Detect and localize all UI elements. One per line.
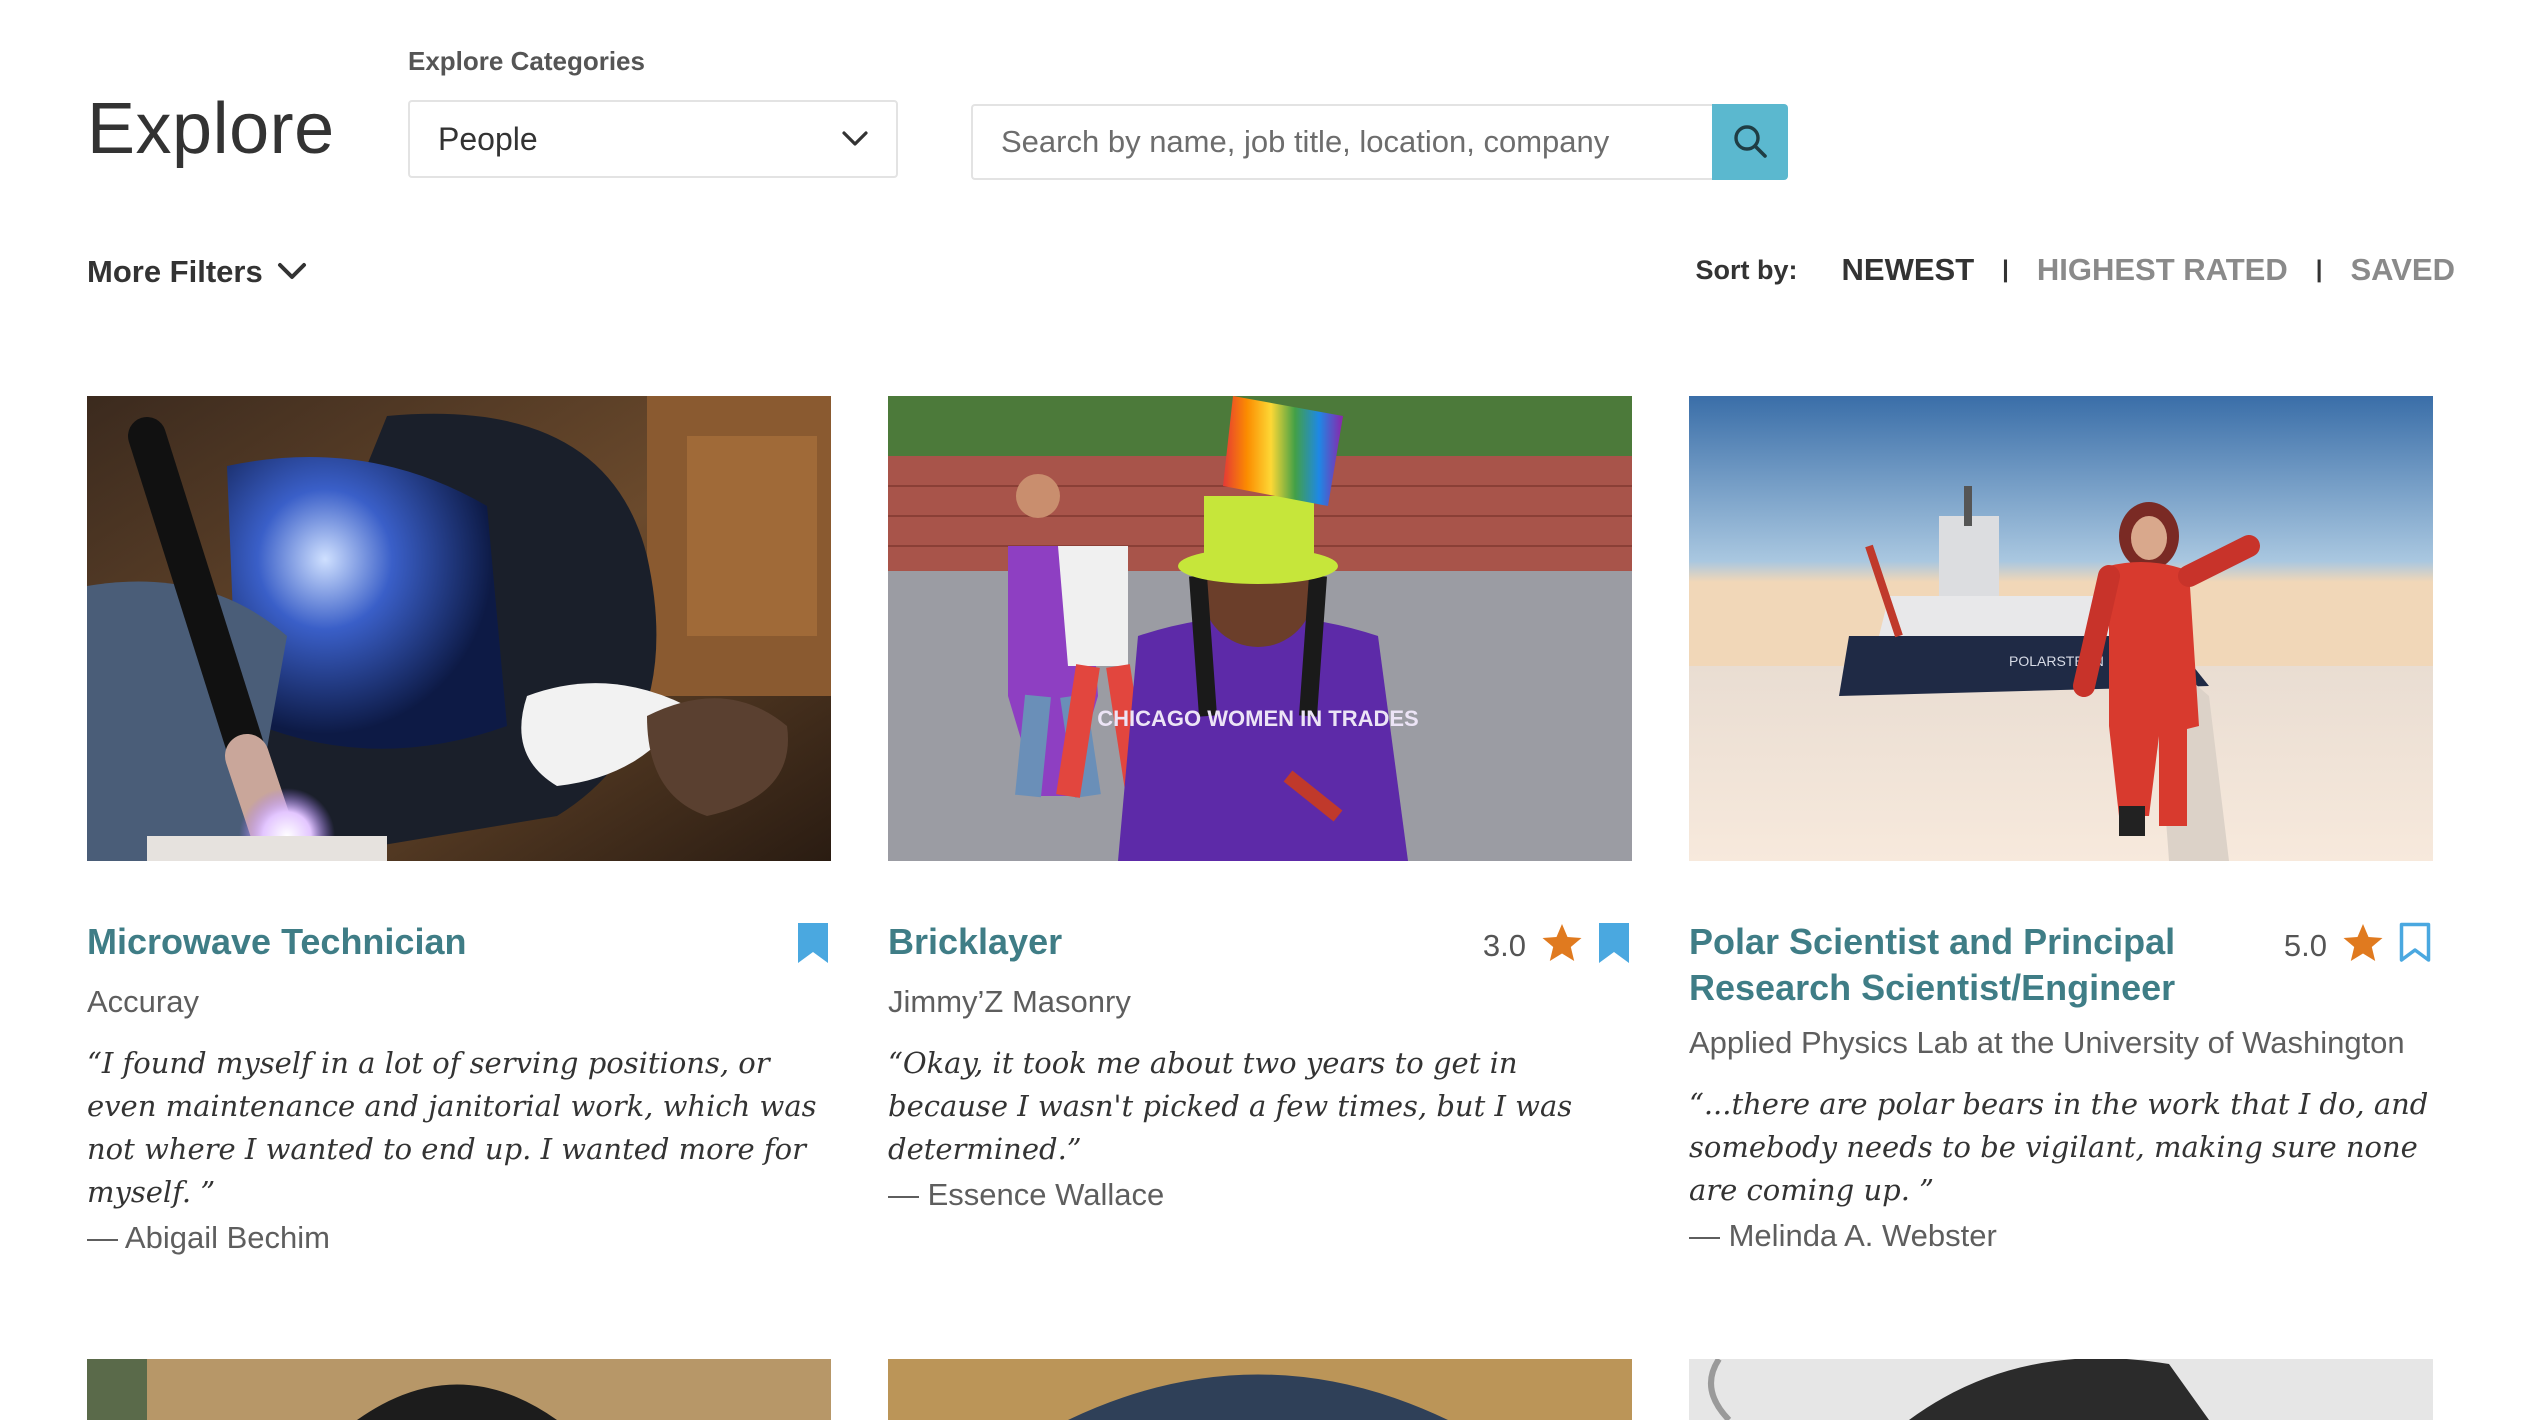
search-icon	[1730, 121, 1770, 164]
sort-separator: |	[2002, 256, 2009, 283]
shirt-text: CHICAGO WOMEN IN TRADES	[1097, 706, 1418, 731]
sort-option-saved[interactable]: SAVED	[2350, 252, 2455, 288]
card-title[interactable]: Bricklayer	[888, 919, 1062, 965]
categories-label: Explore Categories	[408, 46, 645, 76]
chevron-down-icon	[842, 131, 868, 147]
star-icon	[1540, 922, 1584, 969]
card-company: Applied Physics Lab at the University of…	[1689, 1025, 2405, 1060]
card-rating: 3.0	[1482, 927, 1526, 963]
bookmark-icon[interactable]	[795, 921, 831, 970]
card-author: — Essence Wallace	[888, 1177, 1165, 1212]
career-card[interactable]: POLARSTERN Polar Scientist and Principal…	[1689, 396, 2433, 1254]
career-photo-polar[interactable]: POLARSTERN	[1689, 396, 2433, 861]
card-quote: “I found myself in a lot of serving posi…	[87, 1046, 817, 1209]
career-photo-next-3[interactable]	[1689, 1359, 2433, 1420]
page-title: Explore	[87, 89, 335, 169]
sort-option-newest[interactable]: NEWEST	[1842, 252, 1975, 288]
card-rating: 5.0	[2283, 927, 2327, 963]
card-author: — Melinda A. Webster	[1689, 1218, 1997, 1253]
sort-bar: Sort by: NEWEST | HIGHEST RATED | SAVED	[1696, 252, 2455, 288]
card-quote: “Okay, it took me about two years to get…	[888, 1046, 1573, 1166]
more-filters-toggle[interactable]: More Filters	[87, 254, 307, 290]
card-title[interactable]: Microwave Technician	[87, 919, 466, 965]
card-company: Jimmy’Z Masonry	[888, 984, 1131, 1019]
card-title[interactable]: Polar Scientist and Principal Research S…	[1689, 919, 2249, 1011]
star-icon	[2341, 922, 2385, 969]
chevron-down-icon	[277, 254, 307, 290]
career-photo-next-2[interactable]	[888, 1359, 1632, 1420]
card-author: — Abigail Bechim	[87, 1220, 330, 1255]
category-select[interactable]: People	[408, 100, 898, 178]
sort-option-highest-rated[interactable]: HIGHEST RATED	[2037, 252, 2288, 288]
card-company: Accuray	[87, 984, 199, 1019]
career-photo-bricklayer[interactable]: CHICAGO WOMEN IN TRADES	[888, 396, 1632, 861]
career-photo-next-1[interactable]	[87, 1359, 831, 1420]
search-button[interactable]	[1712, 104, 1788, 180]
card-quote: “...there are polar bears in the work th…	[1689, 1087, 2429, 1207]
bookmark-icon[interactable]	[1596, 921, 1632, 970]
search-input[interactable]	[971, 104, 1712, 180]
sort-label: Sort by:	[1695, 254, 1798, 285]
bookmark-outline-icon[interactable]	[2397, 921, 2433, 970]
more-filters-label: More Filters	[87, 254, 263, 289]
career-card[interactable]: CHICAGO WOMEN IN TRADES Bricklayer 3.0 J…	[888, 396, 1632, 1213]
sort-separator: |	[2315, 256, 2323, 283]
career-photo-welding[interactable]	[87, 396, 831, 861]
category-selected-value: People	[438, 120, 538, 157]
career-card[interactable]: Microwave Technician Accuray “I found my…	[87, 396, 831, 1256]
